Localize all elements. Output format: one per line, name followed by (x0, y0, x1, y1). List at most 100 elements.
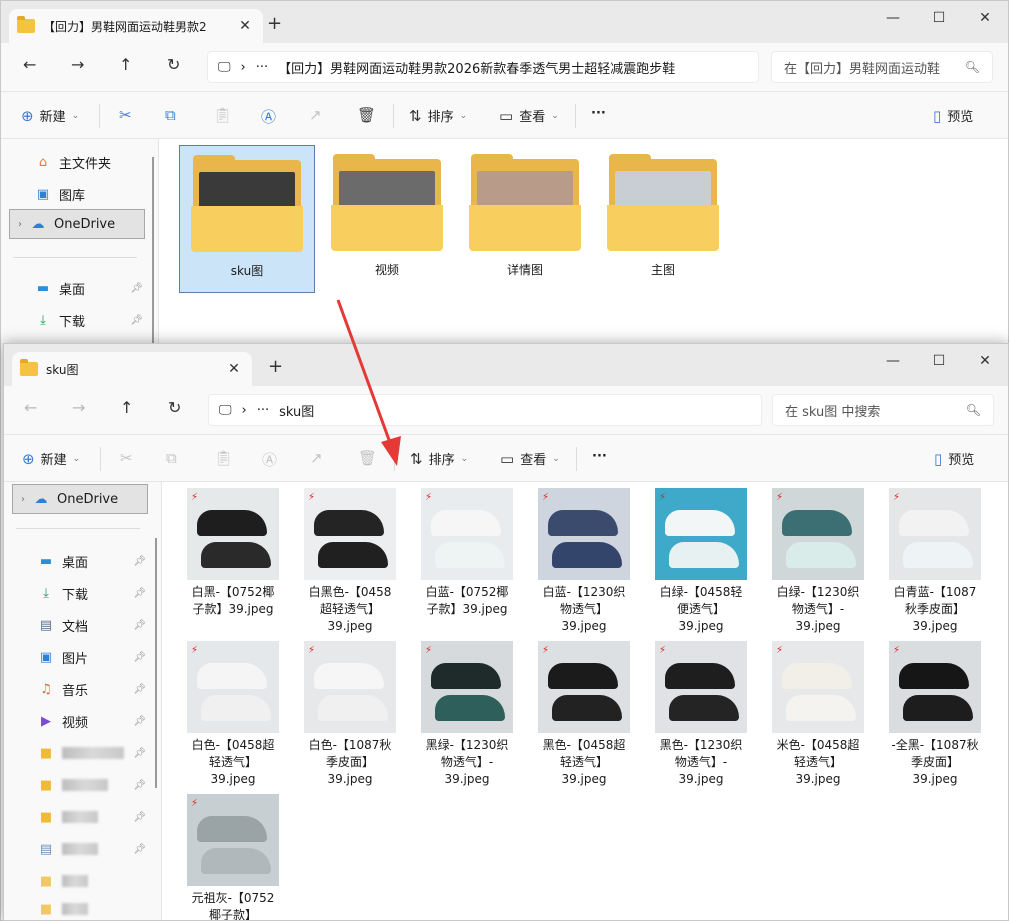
image-file-item[interactable]: ⚡ 米色-【0458超 轻透气】 39.jpeg (768, 641, 868, 788)
rename-button[interactable]: Ⓐ (261, 106, 276, 127)
up-arrow-icon[interactable]: ↑ (120, 398, 133, 417)
pin-icon[interactable]: 📌︎ (130, 283, 143, 294)
share-button[interactable]: ↗ (310, 449, 323, 467)
share-button[interactable]: ↗ (309, 106, 322, 124)
cut-button[interactable]: ✂ (120, 449, 133, 467)
close-tab-icon[interactable]: ✕ (235, 18, 255, 34)
sidebar-item-redacted-folder[interactable]: ■ 📌︎ (12, 770, 148, 800)
rename-button[interactable]: Ⓐ (262, 449, 277, 470)
pin-icon[interactable]: 📌︎ (130, 315, 143, 326)
close-window-icon[interactable]: ✕ (962, 344, 1008, 378)
shoe-shape (786, 542, 856, 568)
maximize-icon[interactable]: ☐ (916, 344, 962, 378)
delete-button[interactable]: 🗑︎ (358, 449, 377, 467)
address-field[interactable]: 🖵 › ··· 【回力】男鞋网面运动鞋男款2026新款春季透气男士超轻减震跑步鞋 (207, 51, 759, 83)
sidebar-item-music[interactable]: ♫ 音乐 📌︎ (12, 674, 148, 704)
scrollbar[interactable] (152, 157, 154, 347)
new-button[interactable]: ⊕ 新建 ⌄ (21, 106, 79, 126)
image-file-item[interactable]: ⚡ 白黑色-【0458 超轻透气】 39.jpeg (300, 488, 400, 635)
pin-icon[interactable]: 📌︎ (133, 588, 146, 599)
image-file-item[interactable]: ⚡ 黑绿-【1230织 物透气】- 39.jpeg (417, 641, 517, 788)
new-button[interactable]: ⊕ 新建 ⌄ (22, 449, 80, 469)
scrollbar[interactable] (155, 538, 157, 788)
view-button[interactable]: ▭ 查看 ⌄ (500, 449, 560, 469)
sidebar-item-redacted-folder[interactable]: ■ (12, 866, 148, 896)
image-file-item[interactable]: ⚡ 黑色-【0458超 轻透气】 39.jpeg (534, 641, 634, 788)
refresh-icon[interactable]: ↻ (167, 55, 180, 74)
search-field[interactable]: 在 sku图 中搜索 🔍︎ (772, 394, 994, 426)
forward-arrow-icon[interactable]: → (71, 55, 84, 74)
pin-icon[interactable]: 📌︎ (133, 812, 146, 823)
pin-icon[interactable]: 📌︎ (133, 684, 146, 695)
new-tab-button[interactable]: + (268, 356, 283, 377)
sidebar-item-onedrive[interactable]: › ☁ OneDrive (12, 484, 148, 514)
overflow-ellipsis[interactable]: ··· (257, 403, 269, 418)
sort-button[interactable]: ⇅ 排序 ⌄ (409, 106, 467, 126)
paste-button[interactable]: 📋︎ (214, 449, 233, 467)
sidebar-item-desktop[interactable]: ▬ 桌面 📌︎ (9, 273, 145, 303)
more-options-button[interactable]: ··· (592, 449, 607, 464)
sidebar-item-gallery[interactable]: ▣ 图库 (9, 179, 145, 209)
sidebar-item-documents[interactable]: ▤ 文档 📌︎ (12, 610, 148, 640)
sort-button[interactable]: ⇅ 排序 ⌄ (410, 449, 468, 469)
back-arrow-icon[interactable]: ← (24, 398, 37, 417)
forward-arrow-icon[interactable]: → (72, 398, 85, 417)
image-file-item[interactable]: ⚡ 白蓝-【1230织 物透气】 39.jpeg (534, 488, 634, 635)
folder-item[interactable]: 视频 (319, 145, 455, 293)
minimize-icon[interactable]: — (870, 1, 916, 35)
sidebar-item-redacted-folder[interactable]: ■ 📌︎ (12, 802, 148, 832)
image-file-item[interactable]: ⚡ 白蓝-【0752椰 子款】39.jpeg (417, 488, 517, 618)
sidebar-item-redacted-folder[interactable]: ■ (12, 894, 148, 920)
pin-icon[interactable]: 📌︎ (133, 780, 146, 791)
address-field[interactable]: 🖵 › ··· sku图 (208, 394, 762, 426)
tab-current-folder[interactable]: 【回力】男鞋网面运动鞋男款2 ✕ (9, 9, 263, 43)
pin-icon[interactable]: 📌︎ (133, 620, 146, 631)
pin-icon[interactable]: 📌︎ (133, 844, 146, 855)
sidebar-item-desktop[interactable]: ▬ 桌面 📌︎ (12, 546, 148, 576)
sidebar-item-videos[interactable]: ▶ 视频 📌︎ (12, 706, 148, 736)
image-file-item[interactable]: ⚡ 白绿-【1230织 物透气】- 39.jpeg (768, 488, 868, 635)
image-file-item[interactable]: ⚡ 白青蓝-【1087 秋季皮面】 39.jpeg (885, 488, 985, 635)
more-options-button[interactable]: ··· (591, 106, 606, 121)
refresh-icon[interactable]: ↻ (168, 398, 181, 417)
image-file-item[interactable]: ⚡ 元祖灰-【0752 椰子款】 (183, 794, 283, 920)
view-button[interactable]: ▭ 查看 ⌄ (499, 106, 559, 126)
image-file-item[interactable]: ⚡ 白黑-【0752椰 子款】39.jpeg (183, 488, 283, 618)
pin-icon[interactable]: 📌︎ (133, 556, 146, 567)
delete-button[interactable]: 🗑︎ (357, 106, 376, 124)
preview-button[interactable]: ▯ 预览 (933, 106, 973, 126)
close-tab-icon[interactable]: ✕ (224, 361, 244, 377)
tab-current-folder[interactable]: sku图 ✕ (12, 352, 252, 386)
preview-button[interactable]: ▯ 预览 (934, 449, 974, 469)
image-file-item[interactable]: ⚡ -全黑-【1087秋 季皮面】 39.jpeg (885, 641, 985, 788)
pin-icon[interactable]: 📌︎ (133, 716, 146, 727)
up-arrow-icon[interactable]: ↑ (119, 55, 132, 74)
image-file-item[interactable]: ⚡ 白色-【1087秋 季皮面】 39.jpeg (300, 641, 400, 788)
minimize-icon[interactable]: — (870, 344, 916, 378)
overflow-ellipsis[interactable]: ··· (256, 60, 268, 75)
maximize-icon[interactable]: ☐ (916, 1, 962, 35)
image-file-item[interactable]: ⚡ 白色-【0458超 轻透气】 39.jpeg (183, 641, 283, 788)
sidebar-item-redacted-folder[interactable]: ■ 📌︎ (12, 738, 148, 768)
image-file-item[interactable]: ⚡ 白绿-【0458轻 便透气】 39.jpeg (651, 488, 751, 635)
image-file-item[interactable]: ⚡ 黑色-【1230织 物透气】- 39.jpeg (651, 641, 751, 788)
sidebar-item-pictures[interactable]: ▣ 图片 📌︎ (12, 642, 148, 672)
sidebar-item-downloads[interactable]: ⤓ 下载 📌︎ (12, 578, 148, 608)
pin-icon[interactable]: 📌︎ (133, 748, 146, 759)
back-arrow-icon[interactable]: ← (23, 55, 36, 74)
copy-button[interactable]: ⧉ (166, 449, 177, 467)
cut-button[interactable]: ✂ (119, 106, 132, 124)
pin-icon[interactable]: 📌︎ (133, 652, 146, 663)
close-window-icon[interactable]: ✕ (962, 1, 1008, 35)
sidebar-item-redacted-file[interactable]: ▤ 📌︎ (12, 834, 148, 864)
sidebar-item-onedrive[interactable]: › ☁ OneDrive (9, 209, 145, 239)
paste-button[interactable]: 📋︎ (213, 106, 232, 124)
folder-item[interactable]: sku图 (179, 145, 315, 293)
copy-button[interactable]: ⧉ (165, 106, 176, 124)
sidebar-item-home[interactable]: ⌂ 主文件夹 (9, 147, 145, 177)
folder-item[interactable]: 主图 (595, 145, 731, 293)
new-tab-button[interactable]: + (267, 13, 282, 34)
search-field[interactable]: 在【回力】男鞋网面运动鞋 🔍︎ (771, 51, 993, 83)
sidebar-item-downloads[interactable]: ⤓ 下载 📌︎ (9, 305, 145, 335)
folder-item[interactable]: 详情图 (457, 145, 593, 293)
